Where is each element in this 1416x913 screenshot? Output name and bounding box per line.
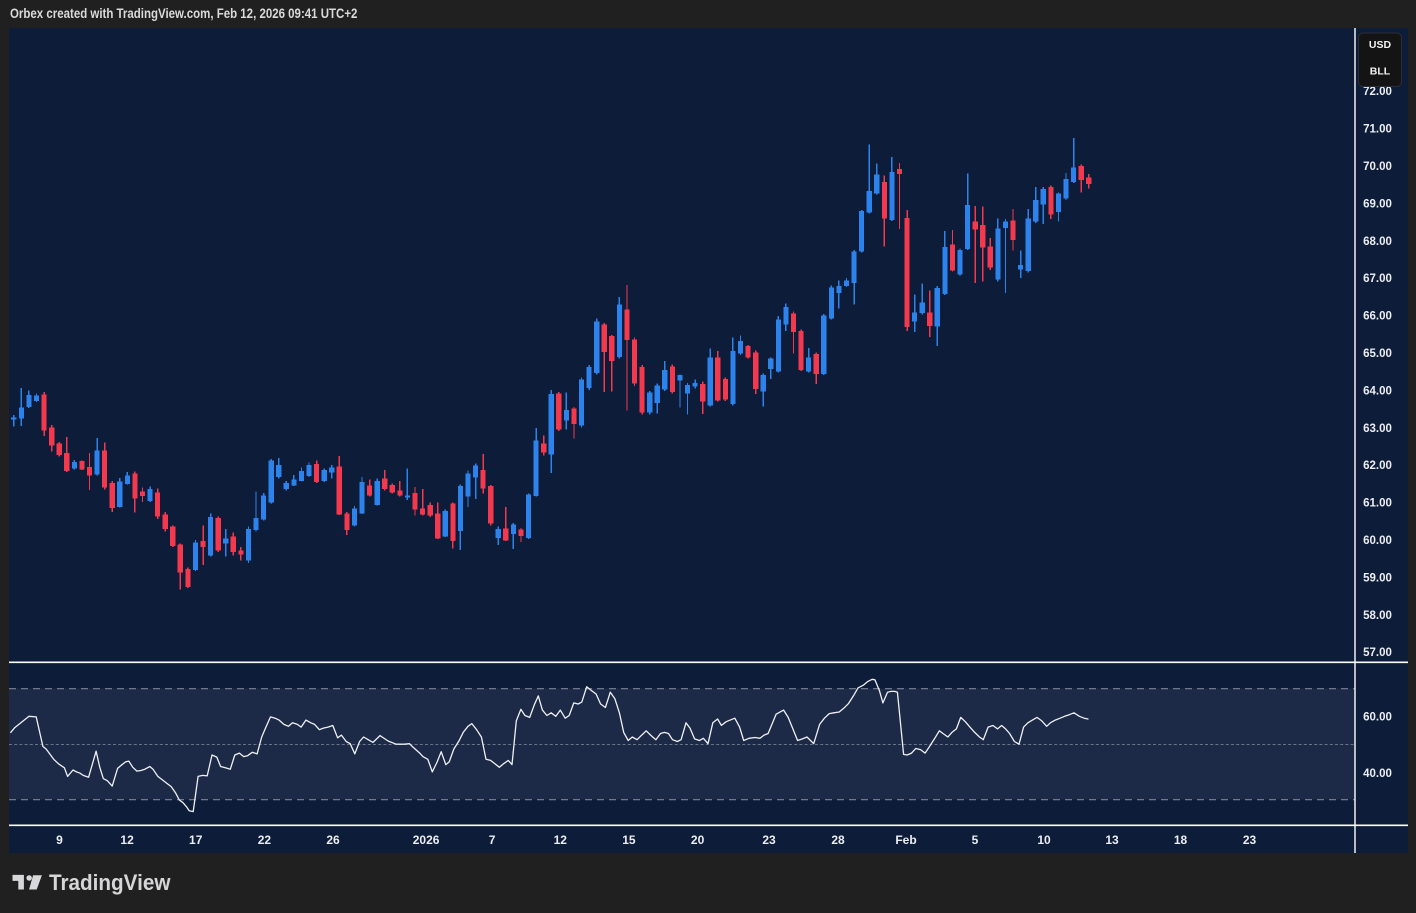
svg-text:68.00: 68.00 (1363, 235, 1392, 247)
svg-text:20: 20 (691, 833, 705, 847)
svg-text:66.00: 66.00 (1363, 310, 1392, 322)
svg-text:23: 23 (762, 833, 776, 847)
svg-text:15: 15 (622, 833, 636, 847)
svg-text:60.00: 60.00 (1363, 535, 1392, 547)
svg-text:40.00: 40.00 (1363, 767, 1392, 779)
svg-text:70.00: 70.00 (1363, 161, 1392, 173)
svg-text:BLL: BLL (1370, 65, 1391, 77)
svg-text:9: 9 (56, 833, 63, 847)
svg-text:12: 12 (120, 833, 134, 847)
svg-text:26: 26 (326, 833, 340, 847)
svg-text:18: 18 (1174, 833, 1188, 847)
svg-text:63.00: 63.00 (1363, 422, 1392, 434)
svg-text:65.00: 65.00 (1363, 348, 1392, 360)
svg-text:71.00: 71.00 (1363, 123, 1392, 135)
svg-text:12: 12 (554, 833, 568, 847)
svg-text:64.00: 64.00 (1363, 385, 1392, 397)
svg-text:28: 28 (831, 833, 845, 847)
svg-text:23: 23 (1243, 833, 1257, 847)
svg-text:7: 7 (489, 833, 496, 847)
svg-text:69.00: 69.00 (1363, 198, 1392, 210)
svg-text:59.00: 59.00 (1363, 572, 1392, 584)
svg-text:58.00: 58.00 (1363, 609, 1392, 621)
svg-text:60.00: 60.00 (1363, 711, 1392, 723)
svg-text:Feb: Feb (895, 833, 916, 847)
svg-text:10: 10 (1037, 833, 1051, 847)
svg-text:57.00: 57.00 (1363, 647, 1392, 659)
svg-text:13: 13 (1105, 833, 1119, 847)
svg-text:17: 17 (189, 833, 203, 847)
svg-text:67.00: 67.00 (1363, 273, 1392, 285)
svg-text:72.00: 72.00 (1363, 86, 1392, 98)
svg-text:62.00: 62.00 (1363, 460, 1392, 472)
svg-text:22: 22 (258, 833, 272, 847)
svg-text:2026: 2026 (413, 833, 440, 847)
svg-text:5: 5 (972, 833, 979, 847)
svg-text:USD: USD (1369, 38, 1392, 50)
svg-text:61.00: 61.00 (1363, 497, 1392, 509)
